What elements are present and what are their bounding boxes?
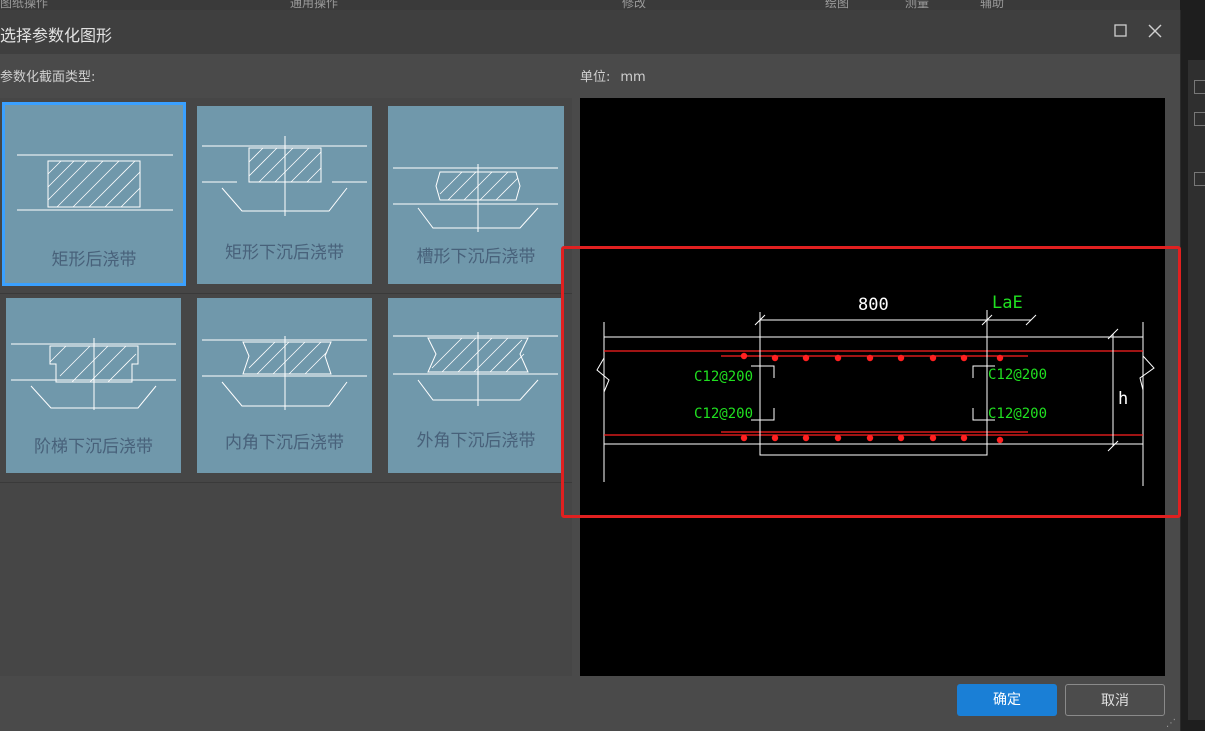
maximize-icon xyxy=(1114,24,1127,37)
parametric-shape-dialog: 选择参数化图形 参数化截面类型: 单位: mm 矩形后浇带 矩形下沉后浇带 槽形… xyxy=(0,10,1181,731)
close-icon xyxy=(1148,24,1162,38)
close-button[interactable] xyxy=(1144,20,1166,42)
rebar-label-top-right: C12@200 xyxy=(988,367,1047,383)
break-mark-right xyxy=(1139,355,1155,391)
type-tile-groove-sunken[interactable]: 槽形下沉后浇带 xyxy=(388,106,564,284)
rebar-dots-top xyxy=(740,352,1004,362)
type-label: 槽形下沉后浇带 xyxy=(416,247,536,267)
background-panel-icon xyxy=(1194,80,1205,94)
rebar-hook-left-top xyxy=(751,365,775,378)
background-scroll-strip xyxy=(1188,60,1205,720)
type-label: 矩形下沉后浇带 xyxy=(225,243,344,263)
background-side-panel xyxy=(1180,0,1205,731)
dialog-footer: 确定 取消 xyxy=(0,676,1180,731)
break-mark-left xyxy=(596,357,610,393)
unit-value: mm xyxy=(620,70,646,85)
type-tile-rectangle[interactable]: 矩形后浇带 xyxy=(2,102,186,286)
rebar-dots-bottom xyxy=(740,434,1004,444)
section-type-grid: 矩形后浇带 矩形下沉后浇带 槽形下沉后浇带 阶梯下沉后浇带 内角下沉后浇带 外角… xyxy=(0,98,572,684)
unit-label: 单位: xyxy=(580,70,611,85)
background-panel-icon xyxy=(1194,112,1205,126)
type-label: 阶梯下沉后浇带 xyxy=(34,437,153,457)
section-type-label: 参数化截面类型: xyxy=(0,70,96,85)
dimension-width-text: 800 xyxy=(858,295,889,315)
confirm-button[interactable]: 确定 xyxy=(957,684,1057,716)
rebar-hook-left-bottom xyxy=(751,408,775,421)
type-tile-outer-corner-sunken[interactable]: 外角下沉后浇带 xyxy=(388,298,564,473)
rebar-label-bottom-right: C12@200 xyxy=(988,406,1047,422)
rebar-label-top-left: C12@200 xyxy=(694,369,753,385)
type-label: 矩形后浇带 xyxy=(51,250,137,270)
background-toolbar: 图纸操作 通用操作 修改 绘图 测量 辅助 xyxy=(0,0,1205,10)
background-panel-icon xyxy=(1194,172,1205,186)
height-label: h xyxy=(1118,389,1128,409)
section-preview-canvas: 800 LaE h C12@200 C12@200 C12@200 C12@20… xyxy=(580,98,1165,676)
type-label: 内角下沉后浇带 xyxy=(225,433,344,453)
maximize-button[interactable] xyxy=(1110,20,1132,42)
grid-divider xyxy=(0,293,572,294)
type-tile-rectangle-sunken[interactable]: 矩形下沉后浇带 xyxy=(197,106,372,284)
dialog-titlebar: 选择参数化图形 xyxy=(0,10,1180,54)
rebar-label-bottom-left: C12@200 xyxy=(694,406,753,422)
type-tile-step-sunken[interactable]: 阶梯下沉后浇带 xyxy=(6,298,181,473)
type-label: 外角下沉后浇带 xyxy=(416,431,536,451)
resize-grip-icon[interactable]: ⋰ xyxy=(1166,718,1176,729)
dialog-title: 选择参数化图形 xyxy=(0,26,113,45)
type-tile-inner-corner-sunken[interactable]: 内角下沉后浇带 xyxy=(197,298,372,473)
dimension-lae-text: LaE xyxy=(992,293,1023,313)
grid-divider xyxy=(0,482,572,483)
cancel-button[interactable]: 取消 xyxy=(1065,684,1165,716)
unit-display: 单位: mm xyxy=(580,66,646,85)
